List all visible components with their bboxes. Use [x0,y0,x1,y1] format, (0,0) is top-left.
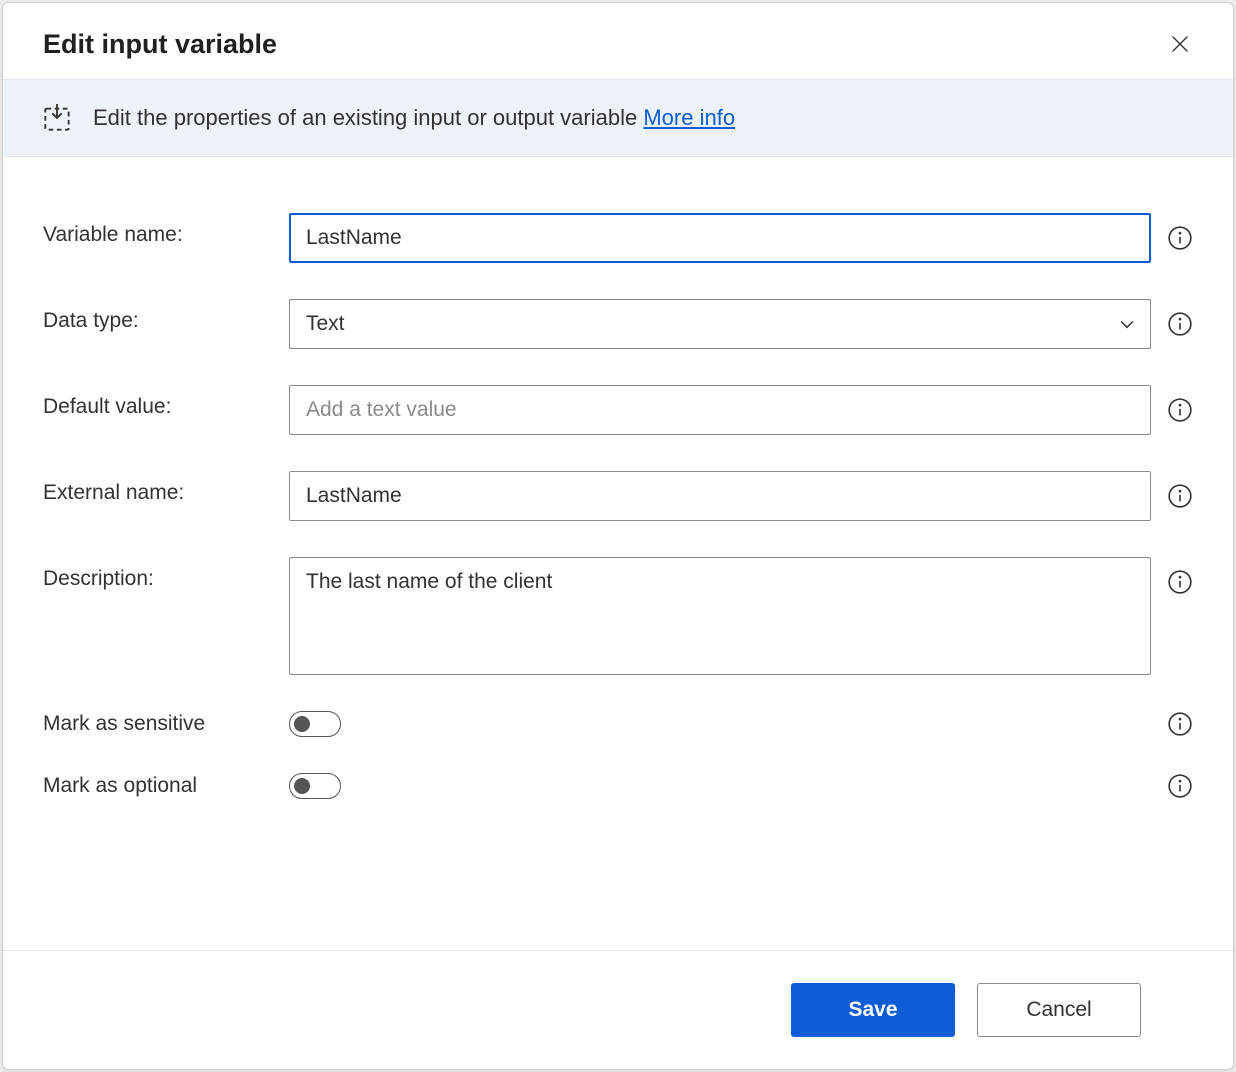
toggle-thumb [294,778,310,794]
edit-input-variable-dialog: Edit input variable Edit the properties … [2,2,1234,1070]
row-mark-optional: Mark as optional [43,773,1193,799]
info-icon[interactable] [1167,483,1193,509]
label-mark-optional: Mark as optional [43,774,273,798]
row-external-name: External name: [43,471,1193,521]
info-icon[interactable] [1167,569,1193,595]
more-info-link[interactable]: More info [643,105,735,130]
cancel-button[interactable]: Cancel [977,983,1141,1037]
mark-sensitive-toggle[interactable] [289,711,341,737]
close-button[interactable] [1163,27,1197,61]
input-variable-icon [43,104,71,132]
mark-optional-toggle[interactable] [289,773,341,799]
description-textarea[interactable] [289,557,1151,675]
label-variable-name: Variable name: [43,213,273,247]
external-name-input[interactable] [289,471,1151,521]
row-description: Description: [43,557,1193,675]
info-icon[interactable] [1167,225,1193,251]
label-default-value: Default value: [43,385,273,419]
info-text: Edit the properties of an existing input… [93,105,735,131]
row-default-value: Default value: [43,385,1193,435]
info-icon[interactable] [1167,711,1193,737]
info-icon[interactable] [1167,311,1193,337]
label-mark-sensitive: Mark as sensitive [43,712,273,736]
dialog-title: Edit input variable [43,29,277,60]
data-type-select[interactable] [289,299,1151,349]
dialog-footer: Save Cancel [3,950,1233,1069]
label-description: Description: [43,557,273,591]
dialog-header: Edit input variable [3,3,1233,79]
close-icon [1169,33,1191,55]
label-external-name: External name: [43,471,273,505]
form-body: Variable name: Data type: [3,157,1233,950]
toggle-thumb [294,716,310,732]
info-icon[interactable] [1167,397,1193,423]
default-value-input[interactable] [289,385,1151,435]
row-variable-name: Variable name: [43,213,1193,263]
info-text-content: Edit the properties of an existing input… [93,105,637,130]
save-button[interactable]: Save [791,983,955,1037]
row-data-type: Data type: [43,299,1193,349]
row-mark-sensitive: Mark as sensitive [43,711,1193,737]
label-data-type: Data type: [43,299,273,333]
variable-name-input[interactable] [289,213,1151,263]
info-icon[interactable] [1167,773,1193,799]
info-banner: Edit the properties of an existing input… [3,79,1233,157]
